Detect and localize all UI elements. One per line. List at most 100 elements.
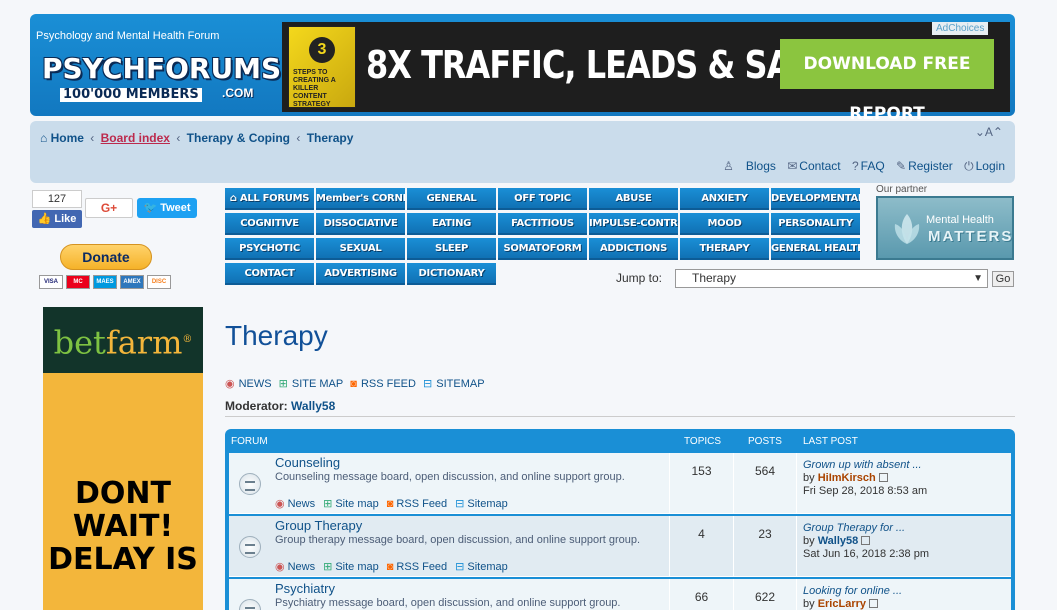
subforum-rss-feed[interactable]: RSS Feed bbox=[396, 498, 447, 510]
nav-links: ♙ Blogs ✉ Contact ? FAQ ✎ Register ⏻ Login bbox=[723, 159, 1005, 174]
subforum-news[interactable]: News bbox=[288, 561, 316, 573]
moderator-link[interactable]: Wally58 bbox=[291, 399, 335, 413]
last-post-author-link[interactable]: Wally58 bbox=[818, 535, 859, 547]
nav-blogs[interactable]: Blogs bbox=[746, 159, 776, 173]
table-row: Group Therapy Group therapy message board… bbox=[229, 516, 1011, 577]
forum-nav-abuse[interactable]: ABUSE bbox=[589, 188, 678, 210]
breadcrumb-home[interactable]: Home bbox=[51, 131, 84, 145]
forum-nav-label: FACTITIOUS bbox=[511, 218, 574, 229]
leaf-icon bbox=[894, 214, 920, 244]
forum-title-link[interactable]: Group Therapy bbox=[275, 518, 362, 533]
quick-link-site-map[interactable]: SITE MAP bbox=[292, 378, 343, 390]
donate-button[interactable]: Donate bbox=[60, 244, 152, 270]
forum-title-link[interactable]: Psychiatry bbox=[275, 581, 335, 596]
forum-nav-all-forums[interactable]: ⌂ ALL FORUMS bbox=[225, 188, 314, 210]
nav-register[interactable]: Register bbox=[908, 159, 953, 173]
last-post: Grown up with absent ... by HiImKirsch Fri… bbox=[803, 459, 927, 498]
tweet-button[interactable]: 🐦 Tweet bbox=[137, 198, 197, 218]
forum-subforum-links: ◉ News ⊞ Site map ◙ RSS Feed ⊟ Sitemap bbox=[275, 497, 516, 510]
news-icon: ◉ bbox=[275, 498, 285, 510]
google-plus-button[interactable]: G+ bbox=[85, 198, 133, 218]
forum-nav-member-s-corner[interactable]: Member's CORNER bbox=[316, 188, 405, 210]
forum-nav-label: ABUSE bbox=[615, 193, 652, 204]
ad-download-button[interactable]: DOWNLOAD FREE REPORT bbox=[780, 39, 994, 124]
posts-count: 23 bbox=[733, 516, 797, 577]
betfarm-logo: betfarm® bbox=[43, 307, 203, 373]
forum-nav-somatoform[interactable]: SOMATOFORM bbox=[498, 238, 587, 260]
forum-nav-mood[interactable]: MOOD bbox=[680, 213, 769, 235]
forum-read-icon bbox=[239, 536, 261, 558]
forum-nav-label: ANXIETY bbox=[701, 193, 748, 204]
view-latest-post-icon[interactable] bbox=[869, 599, 878, 608]
last-post: Group Therapy for ... by Wally58 Sat Jun 1… bbox=[803, 522, 929, 561]
last-post-author-link[interactable]: EricLarry bbox=[818, 598, 866, 610]
subforum-rss-feed[interactable]: RSS Feed bbox=[396, 561, 447, 573]
nav-faq[interactable]: FAQ bbox=[861, 159, 885, 173]
last-post-author-link[interactable]: HiImKirsch bbox=[818, 472, 876, 484]
thumbs-up-icon: 👍 bbox=[37, 213, 52, 225]
forum-nav-developmental[interactable]: DEVELOPMENTAL bbox=[771, 188, 860, 210]
subforum-site-map[interactable]: Site map bbox=[335, 498, 378, 510]
forum-nav-sexual[interactable]: SEXUAL bbox=[316, 238, 405, 260]
jump-go-button[interactable]: Go bbox=[992, 271, 1014, 287]
discover-icon: DISC bbox=[147, 275, 171, 289]
power-icon: ⏻ bbox=[964, 159, 974, 173]
nav-login[interactable]: Login bbox=[976, 159, 1005, 173]
view-latest-post-icon[interactable] bbox=[878, 473, 888, 482]
forum-nav-label: DICTIONARY bbox=[418, 268, 485, 279]
view-latest-post-icon[interactable] bbox=[861, 536, 871, 545]
forum-nav-sleep[interactable]: SLEEP bbox=[407, 238, 496, 260]
subforum-sitemap[interactable]: Sitemap bbox=[467, 561, 507, 573]
last-post-title-link[interactable]: Looking for online ... bbox=[803, 585, 902, 598]
font-size-toggle[interactable]: ⌄A⌃ bbox=[975, 125, 1003, 139]
forum-nav-cognitive[interactable]: COGNITIVE bbox=[225, 213, 314, 235]
nav-contact[interactable]: Contact bbox=[799, 159, 840, 173]
forum-nav-personality[interactable]: PERSONALITY bbox=[771, 213, 860, 235]
posts-count: 622 bbox=[733, 579, 797, 610]
tweet-label: Tweet bbox=[160, 202, 191, 214]
last-post-title-link[interactable]: Group Therapy for ... bbox=[803, 522, 929, 535]
forum-nav-general[interactable]: GENERAL bbox=[407, 188, 496, 210]
quick-link-news[interactable]: NEWS bbox=[239, 378, 272, 390]
quick-link-rss-feed[interactable]: RSS FEED bbox=[361, 378, 416, 390]
page-title[interactable]: Therapy bbox=[225, 320, 328, 352]
forum-nav-dictionary[interactable]: DICTIONARY bbox=[407, 263, 496, 285]
breadcrumb-therapy-coping[interactable]: Therapy & Coping bbox=[187, 131, 290, 145]
forum-nav-impulse-control[interactable]: IMPULSE-CONTROL bbox=[589, 213, 678, 235]
breadcrumb-separator: ‹ bbox=[90, 131, 95, 145]
forum-nav-therapy[interactable]: THERAPY bbox=[680, 238, 769, 260]
register-icon: ✎ bbox=[896, 159, 907, 173]
facebook-like-button[interactable]: 👍 Like bbox=[32, 210, 82, 228]
last-post-title-link[interactable]: Grown up with absent ... bbox=[803, 459, 927, 472]
quick-link-sitemap[interactable]: SITEMAP bbox=[436, 378, 484, 390]
site-logo[interactable]: PSYCHFORUMS 100'000 MEMBERS .COM bbox=[42, 52, 281, 108]
jump-to-select[interactable]: Therapy ▼ bbox=[675, 269, 988, 288]
forum-nav-eating[interactable]: EATING bbox=[407, 213, 496, 235]
last-post-date: Fri Sep 28, 2018 8:53 am bbox=[803, 485, 928, 497]
forum-nav-anxiety[interactable]: ANXIETY bbox=[680, 188, 769, 210]
divider bbox=[225, 416, 1015, 417]
forum-nav-addictions[interactable]: ADDICTIONS bbox=[589, 238, 678, 260]
logo-dotcom: .COM bbox=[222, 86, 254, 100]
forum-nav-advertising[interactable]: ADVERTISING bbox=[316, 263, 405, 285]
ad-banner[interactable]: 3 STEPS TO CREATING A KILLER CONTENT STR… bbox=[282, 22, 1010, 124]
forum-nav-off-topic[interactable]: OFF TOPIC bbox=[498, 188, 587, 210]
amex-icon: AMEX bbox=[120, 275, 144, 289]
adchoices-link[interactable]: AdChoices bbox=[932, 22, 989, 35]
forum-nav-psychotic[interactable]: PSYCHOTIC bbox=[225, 238, 314, 260]
breadcrumb-board-index[interactable]: Board index bbox=[101, 131, 170, 145]
partner-banner[interactable]: Mental Health MATTERS bbox=[876, 196, 1014, 260]
forum-nav-contact[interactable]: CONTACT bbox=[225, 263, 314, 285]
forum-nav-general-health[interactable]: GENERAL HEALTH bbox=[771, 238, 860, 260]
facebook-like-widget: 127 👍 Like bbox=[32, 190, 82, 230]
subforum-site-map[interactable]: Site map bbox=[335, 561, 378, 573]
forum-title-link[interactable]: Counseling bbox=[275, 455, 340, 470]
subforum-news[interactable]: News bbox=[288, 498, 316, 510]
forum-nav-dissociative[interactable]: DISSOCIATIVE bbox=[316, 213, 405, 235]
subforum-sitemap[interactable]: Sitemap bbox=[467, 498, 507, 510]
dropdown-arrow-icon: ▼ bbox=[973, 273, 983, 284]
breadcrumb-therapy[interactable]: Therapy bbox=[307, 131, 354, 145]
last-post-by: by bbox=[803, 472, 815, 484]
forum-nav-factitious[interactable]: FACTITIOUS bbox=[498, 213, 587, 235]
left-side-ad[interactable]: betfarm® DONT WAIT! DELAY IS bbox=[43, 307, 203, 610]
